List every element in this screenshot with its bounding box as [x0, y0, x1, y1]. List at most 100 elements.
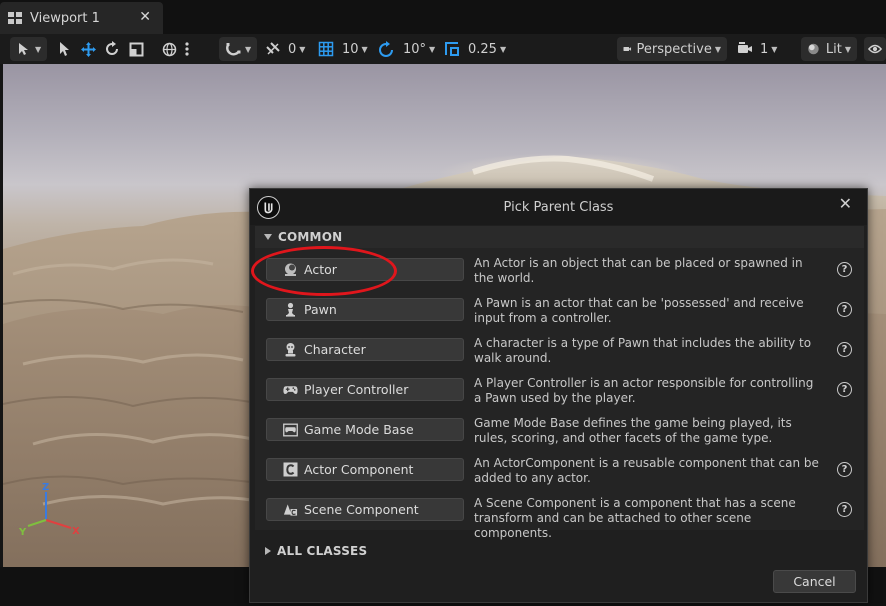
class-description: An ActorComponent is a reusable componen… [474, 456, 819, 485]
actor-component-icon [283, 462, 298, 477]
actor-component-class-button[interactable]: Actor Component [266, 458, 464, 481]
class-label: Game Mode Base [304, 422, 414, 437]
select-mode-button[interactable]: ▼ [10, 37, 48, 61]
character-class-button[interactable]: Character [266, 338, 464, 361]
globe-icon [162, 42, 177, 56]
rotation-snap-value: 10° [403, 41, 427, 57]
coordinate-space-button[interactable] [162, 37, 177, 61]
y-axis-line [27, 519, 47, 527]
tab-close-icon[interactable]: ✕ [139, 9, 151, 25]
eye-icon [868, 44, 882, 54]
scene-component-class-button[interactable]: Scene Component [266, 498, 464, 521]
pawn-icon [283, 302, 298, 317]
chevron-down-icon: ▼ [299, 44, 306, 54]
help-icon[interactable]: ? [837, 502, 852, 517]
show-flags-button[interactable] [864, 37, 886, 61]
all-classes-section-header[interactable]: ALL CLASSES [255, 540, 864, 562]
rotate-icon [106, 41, 118, 55]
dialog-close-icon[interactable]: ✕ [839, 194, 852, 213]
magnet-icon [226, 42, 241, 55]
dialog-title: Pick Parent Class [503, 200, 614, 215]
chevron-down-icon: ▼ [499, 44, 507, 54]
chevron-down-icon: ▼ [245, 44, 252, 54]
help-icon[interactable]: ? [837, 262, 852, 277]
kebab-menu-icon [185, 42, 189, 56]
grid-snap-value: 10 [342, 41, 359, 57]
common-class-list: Actor An Actor is an object that can be … [255, 248, 864, 540]
scale-snap-icon [445, 42, 459, 56]
common-section-header[interactable]: COMMON [255, 226, 864, 248]
class-row-actor-component: Actor Component An ActorComponent is a r… [255, 448, 864, 488]
camera-speed-value: 1 [760, 41, 769, 57]
class-row-game-mode-base: Game Mode Base Game Mode Base defines th… [255, 408, 864, 448]
help-icon[interactable]: ? [837, 342, 852, 357]
viewport-toolbar: ▼ ▼ 0 ▼ 10 ▼ 10° ▼ 0.25 ▼ Perspective ▼ … [0, 34, 886, 64]
move-arrows-icon [81, 41, 96, 57]
y-axis-label: Y [18, 527, 27, 538]
class-row-scene-component: Scene Component A Scene Component is a c… [255, 488, 864, 540]
grid-snap-dropdown[interactable]: 10 ▼ [318, 37, 368, 61]
scene-component-icon [283, 502, 298, 517]
help-icon[interactable]: ? [837, 462, 852, 477]
game-mode-base-class-button[interactable]: Game Mode Base [266, 418, 464, 441]
x-axis-label: X [72, 526, 80, 537]
class-description: A Pawn is an actor that can be 'possesse… [474, 296, 804, 325]
rotate-tool-button[interactable] [104, 37, 120, 61]
translate-snap-dropdown[interactable]: 0 ▼ [265, 37, 305, 61]
class-row-pawn: Pawn A Pawn is an actor that can be 'pos… [255, 288, 864, 328]
expand-triangle-icon [265, 547, 271, 555]
collapse-triangle-icon [264, 234, 272, 240]
z-axis-label: Z [42, 482, 49, 493]
class-row-character: Character A character is a type of Pawn … [255, 328, 864, 368]
dialog-title-bar: Pick Parent Class ✕ [250, 189, 867, 225]
pawn-class-button[interactable]: Pawn [266, 298, 464, 321]
lighting-mode-dropdown[interactable]: Lit ▼ [801, 37, 857, 61]
tab-bar: Viewport 1 ✕ [0, 0, 886, 34]
tab-title: Viewport 1 [30, 10, 100, 26]
select-mode-icon [19, 43, 28, 55]
x-axis-line [45, 519, 72, 529]
chevron-down-icon: ▼ [714, 44, 721, 54]
surface-snap-button[interactable]: ▼ [219, 37, 258, 61]
tab-viewport-1[interactable]: Viewport 1 ✕ [0, 2, 163, 34]
class-description: A Scene Component is a component that ha… [474, 496, 796, 540]
camera-speed-icon [738, 42, 752, 53]
cancel-button[interactable]: Cancel [773, 570, 856, 593]
character-icon [283, 342, 298, 357]
class-label: Actor Component [304, 462, 414, 477]
select-tool-button[interactable] [58, 37, 72, 61]
chevron-down-icon: ▼ [35, 44, 42, 54]
snap-strike-icon [266, 42, 280, 55]
all-classes-section-label: ALL CLASSES [277, 544, 368, 558]
scale-tool-button[interactable] [129, 37, 144, 61]
chevron-down-icon: ▼ [361, 44, 368, 54]
view-mode-dropdown[interactable]: Perspective ▼ [617, 37, 727, 61]
class-description: Game Mode Base defines the game being pl… [474, 416, 792, 445]
help-icon[interactable]: ? [837, 382, 852, 397]
class-description: A Player Controller is an actor responsi… [474, 376, 814, 405]
chevron-down-icon: ▼ [429, 44, 436, 54]
class-label: Scene Component [304, 502, 419, 517]
class-label: Player Controller [304, 382, 409, 397]
scale-snap-dropdown[interactable]: 0.25 ▼ [444, 37, 506, 61]
axis-gizmo: Z X Y [18, 482, 80, 538]
lit-sphere-icon [808, 43, 819, 55]
class-label: Actor [304, 262, 337, 277]
scale-snap-value: 0.25 [468, 41, 497, 57]
class-row-actor: Actor An Actor is an object that can be … [255, 248, 864, 288]
grid-snap-icon [318, 41, 334, 57]
more-options-button[interactable] [184, 37, 190, 61]
class-label: Pawn [304, 302, 337, 317]
view-mode-label: Perspective [636, 41, 712, 57]
player-controller-class-button[interactable]: Player Controller [266, 378, 464, 401]
rotation-snap-icon [379, 40, 393, 57]
rotation-snap-dropdown[interactable]: 10° ▼ [378, 37, 435, 61]
help-icon[interactable]: ? [837, 302, 852, 317]
actor-icon [283, 262, 298, 277]
cursor-icon [60, 42, 69, 56]
class-label: Character [304, 342, 366, 357]
actor-class-button[interactable]: Actor [266, 258, 464, 281]
translate-tool-button[interactable] [80, 37, 97, 61]
camera-speed-dropdown[interactable]: 1 ▼ [737, 37, 777, 61]
common-section-label: COMMON [278, 230, 343, 244]
